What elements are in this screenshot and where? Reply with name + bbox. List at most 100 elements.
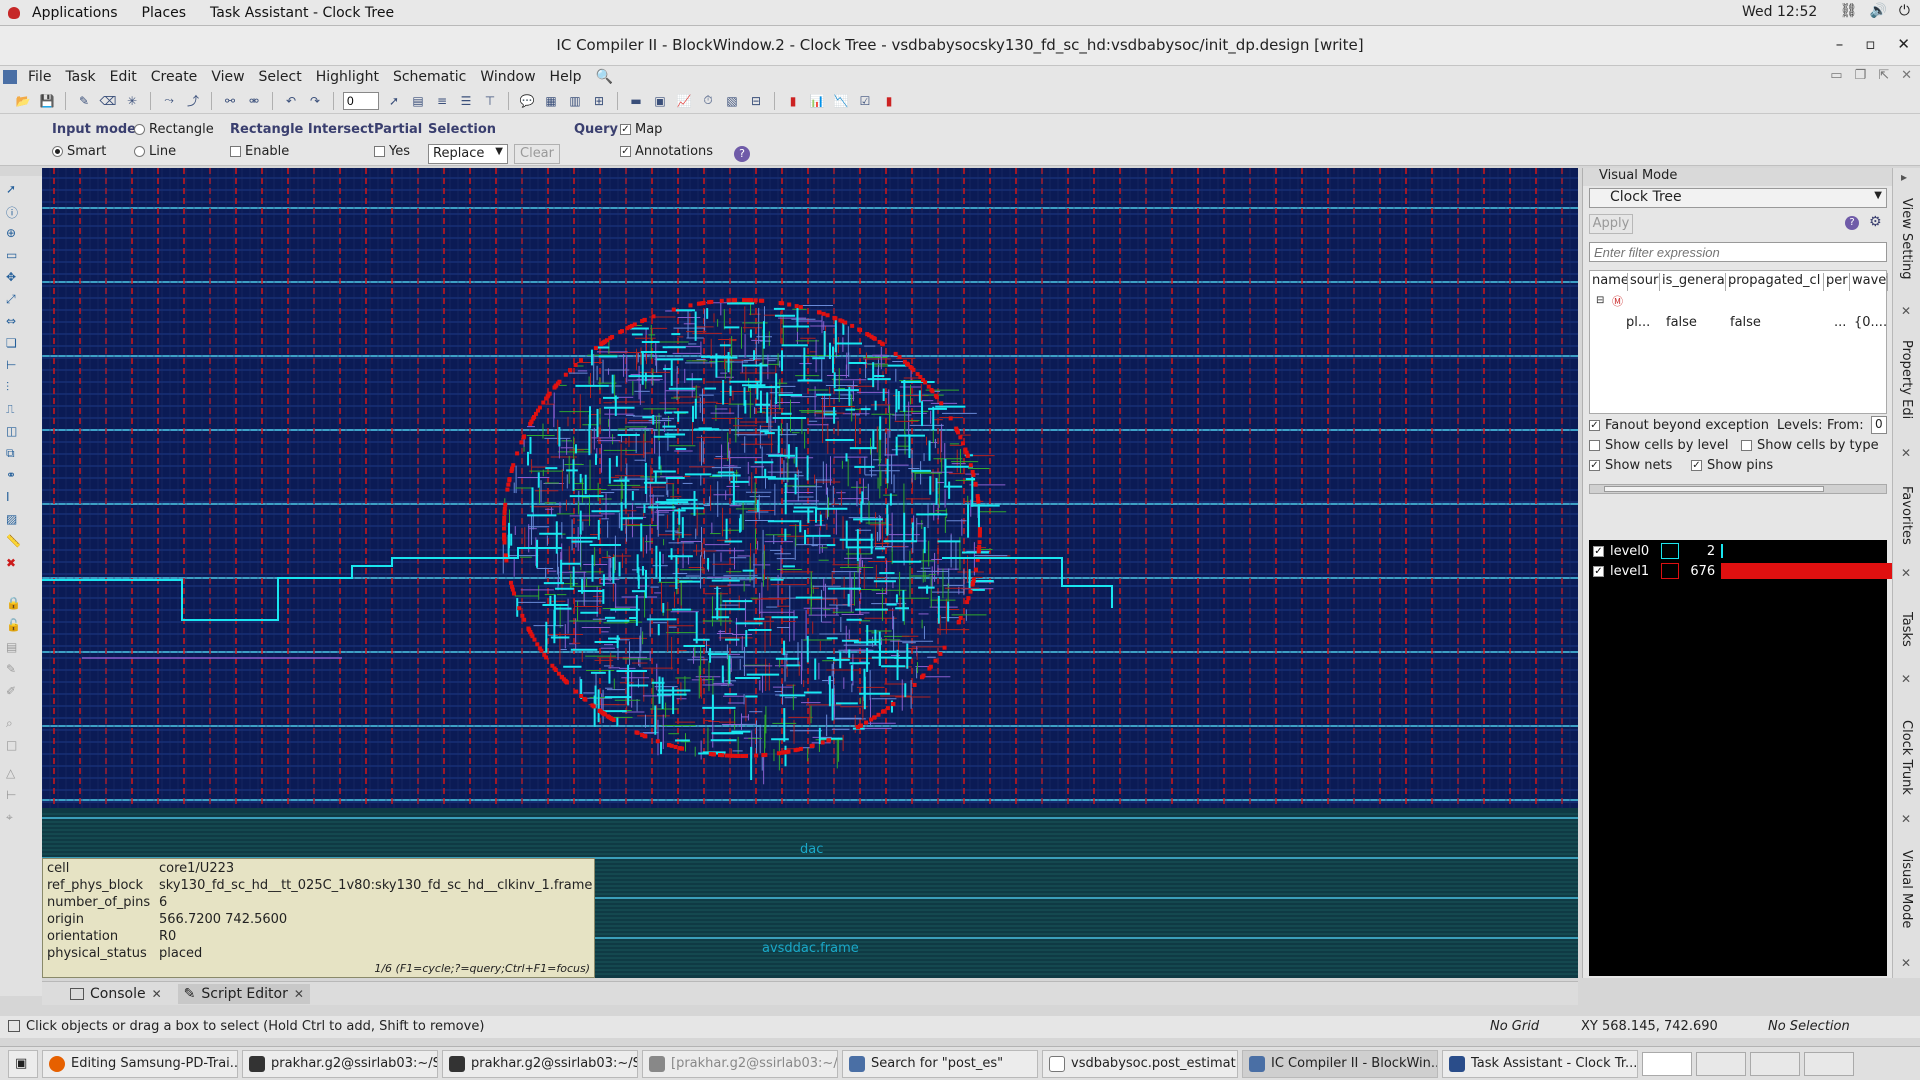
link-icon[interactable]: ⚯ <box>221 93 239 109</box>
align-center-icon[interactable]: ☰ <box>457 93 475 109</box>
pencil-icon[interactable]: ✐ <box>6 684 22 698</box>
enable-checkbox[interactable]: Enable <box>230 144 289 159</box>
unlock-icon[interactable]: 🔓 <box>6 618 22 632</box>
tab-tasks[interactable]: Tasks <box>1899 612 1914 647</box>
tab-view-setting[interactable]: View Setting <box>1899 198 1914 280</box>
link-tool-icon[interactable]: ⚭ <box>6 468 22 482</box>
taskbar-item-terminal-1[interactable]: prakhar.g2@ssirlab03:~/S... <box>242 1049 438 1078</box>
taskbar-item-terminal-2[interactable]: prakhar.g2@ssirlab03:~/S... <box>442 1049 638 1078</box>
close-tab-icon[interactable]: ✕ <box>294 987 304 1001</box>
maximize-icon[interactable]: ▫ <box>1865 35 1875 53</box>
snap-icon[interactable]: ⌖ <box>6 810 22 824</box>
col-waveform[interactable]: wavef <box>1850 273 1888 291</box>
checklist-icon[interactable]: ☑ <box>856 93 874 109</box>
analysis-icon[interactable]: 📉 <box>832 93 850 109</box>
align-left-icon[interactable]: ≡ <box>433 93 451 109</box>
select-arrow-icon[interactable]: ➚ <box>6 182 22 196</box>
show-nets-checkbox[interactable]: Show nets <box>1589 458 1672 473</box>
layer-icon[interactable]: ▨ <box>6 512 22 526</box>
help-icon[interactable]: ? <box>734 146 750 162</box>
close-icon[interactable]: ✕ <box>1901 566 1911 580</box>
tab-clock-trunk[interactable]: Clock Trunk <box>1899 720 1914 795</box>
route2-icon[interactable]: ⤴ <box>184 93 202 109</box>
zoom-icon[interactable]: ⊕ <box>6 226 22 240</box>
route-icon[interactable]: ⤳ <box>160 93 178 109</box>
menu-file[interactable]: File <box>21 69 58 85</box>
tree-collapse-icon[interactable]: ⊟ <box>1596 295 1604 306</box>
via-icon[interactable]: ⎍ <box>6 402 22 416</box>
line-radio[interactable]: Line <box>134 144 176 159</box>
edit-icon[interactable]: ✎ <box>6 662 22 676</box>
clock-table[interactable]: name sour is_genera propagated_cl per wa… <box>1589 270 1888 414</box>
workspace-1[interactable] <box>1642 1051 1692 1076</box>
workspace-4[interactable] <box>1804 1051 1854 1076</box>
search-icon[interactable]: 🔍 <box>588 69 619 85</box>
square-icon[interactable]: □ <box>6 738 22 752</box>
taskbar-item-task-assistant[interactable]: Task Assistant - Clock Tr... <box>1442 1049 1638 1078</box>
menu-view[interactable]: View <box>204 69 251 85</box>
copy-icon[interactable]: ❏ <box>6 336 22 350</box>
tile-icon[interactable]: ▭ <box>1830 68 1842 83</box>
restore-icon[interactable]: ❐ <box>1855 68 1867 83</box>
rect-icon[interactable]: ▭ <box>6 248 22 262</box>
volume-icon[interactable]: 🔊 <box>1869 3 1886 19</box>
bus-icon[interactable]: ▬ <box>627 93 645 109</box>
fanout-checkbox[interactable]: Fanout beyond exception <box>1589 418 1769 433</box>
align-icon[interactable]: ⊢ <box>6 788 22 802</box>
info-icon[interactable]: ⓘ <box>6 204 22 220</box>
report-icon[interactable]: 📊 <box>808 93 826 109</box>
group-icon[interactable]: ⧉ <box>6 446 22 460</box>
show-pins-checkbox[interactable]: Show pins <box>1691 458 1773 473</box>
clear-button[interactable]: Clear <box>514 144 560 164</box>
undo-icon[interactable]: ↶ <box>282 93 300 109</box>
partial-yes-checkbox[interactable]: Yes <box>374 144 410 159</box>
close-icon[interactable]: ✕ <box>1901 956 1911 970</box>
places-menu[interactable]: Places <box>130 5 199 21</box>
from-input[interactable]: 0 <box>1871 416 1887 434</box>
move-icon[interactable]: ✥ <box>6 270 22 284</box>
float-icon[interactable]: ⇱ <box>1878 68 1889 83</box>
tab-property-editor[interactable]: Property Edi <box>1899 340 1914 419</box>
minimize-icon[interactable]: – <box>1836 35 1844 53</box>
fix-icon[interactable]: ▤ <box>6 640 22 654</box>
comment-icon[interactable]: 💬 <box>518 93 536 109</box>
layout-canvas[interactable]: dac avsddac.frame <box>42 168 1578 978</box>
delete-icon[interactable]: ✖ <box>6 556 22 570</box>
tab-visual-mode[interactable]: Visual Mode <box>1899 850 1914 928</box>
active-app-label[interactable]: Task Assistant - Clock Tree <box>198 5 406 21</box>
clock-name[interactable]: pl... <box>1626 315 1650 330</box>
menu-edit[interactable]: Edit <box>103 69 144 85</box>
smart-radio[interactable]: Smart <box>52 144 106 159</box>
stretch-icon[interactable]: ⇔ <box>6 314 22 328</box>
save-icon[interactable]: 💾 <box>38 93 56 109</box>
drc-icon[interactable]: ▮ <box>784 93 802 109</box>
hier-icon[interactable]: ⊟ <box>747 93 765 109</box>
collapse-icon[interactable]: ▸ <box>1901 170 1907 184</box>
close-icon[interactable]: ✕ <box>1897 35 1910 53</box>
brush-icon[interactable]: ⌕ <box>6 716 22 730</box>
resize-icon[interactable]: ⤢ <box>6 292 22 306</box>
menu-help[interactable]: Help <box>543 69 589 85</box>
workspace-3[interactable] <box>1750 1051 1800 1076</box>
menu-select[interactable]: Select <box>252 69 309 85</box>
show-cells-by-level-checkbox[interactable]: Show cells by level <box>1589 438 1728 453</box>
horizontal-scrollbar[interactable] <box>1589 484 1887 494</box>
tab-console[interactable]: Console ✕ <box>64 984 168 1004</box>
applications-menu[interactable]: Applications <box>20 5 130 21</box>
gear-icon[interactable]: ⚙ <box>1869 214 1882 230</box>
close-icon[interactable]: ✕ <box>1901 446 1911 460</box>
tab-script-editor[interactable]: ✎ Script Editor ✕ <box>177 983 310 1004</box>
grid-icon[interactable]: ▦ <box>542 93 560 109</box>
map-checkbox[interactable]: Map <box>620 122 662 137</box>
taskbar-item-editor[interactable]: vsdbabysoc.post_estimat... <box>1042 1049 1238 1078</box>
step-spinbox[interactable] <box>343 91 379 110</box>
redo-icon[interactable]: ↷ <box>306 93 324 109</box>
taskbar-item-icc2[interactable]: IC Compiler II - BlockWin... <box>1242 1049 1438 1078</box>
col-name[interactable]: name <box>1590 273 1628 291</box>
level-row-0[interactable]: ✓ level0 2 <box>1593 542 1724 560</box>
chip-icon[interactable]: ▣ <box>651 93 669 109</box>
ruler-icon[interactable]: 📏 <box>6 534 22 548</box>
apply-button[interactable]: Apply <box>1589 214 1633 234</box>
pointer-icon[interactable]: ➚ <box>385 93 403 109</box>
visual-mode-select[interactable]: Clock Tree ▼ <box>1589 188 1887 208</box>
